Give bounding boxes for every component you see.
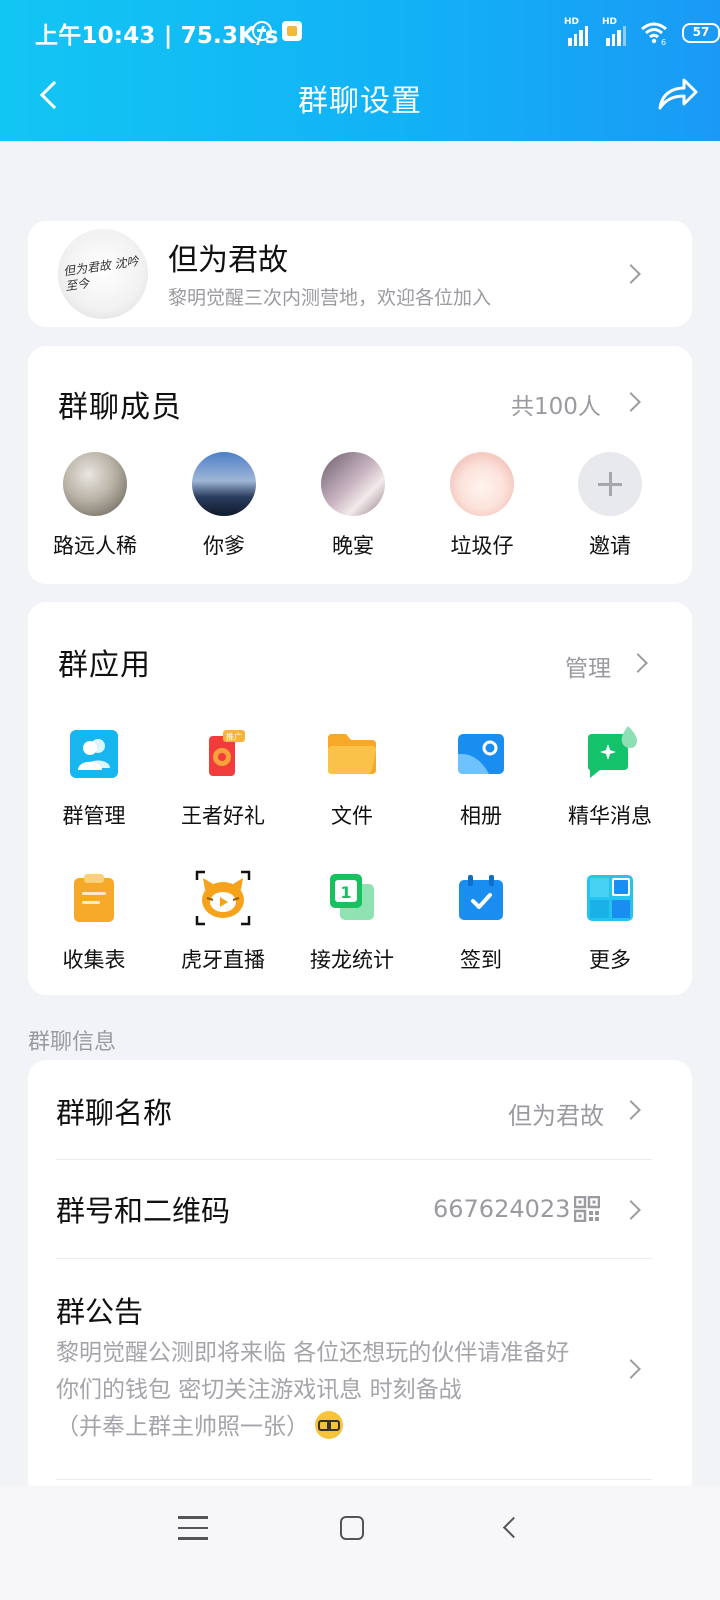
group-notice-row[interactable]: 群公告 黎明觉醒公测即将来临 各位还想玩的伙伴请准备好 你们的钱包 密切关注游戏… — [28, 1259, 692, 1479]
member-name: 你爹 — [203, 534, 245, 558]
member-name: 路远人稀 — [53, 534, 137, 558]
status-time-speed: 上午10:43 | 75.3K/s — [35, 23, 279, 49]
system-navigation-bar — [0, 1486, 720, 1600]
avatar — [321, 452, 385, 516]
app-name: 签到 — [460, 948, 502, 972]
qr-code-icon — [573, 1195, 601, 1223]
app-name: 更多 — [589, 948, 631, 972]
app-huya-live[interactable]: 虎牙直播 — [157, 870, 289, 974]
home-icon[interactable] — [340, 1516, 364, 1540]
notice-line-1: 黎明觉醒公测即将来临 各位还想玩的伙伴请准备好 — [56, 1340, 570, 1366]
member-item[interactable]: 晚宴 — [293, 452, 413, 560]
app-king-gift[interactable]: 推广 王者好礼 — [157, 726, 289, 830]
app-name: 群管理 — [62, 804, 126, 828]
member-name: 晚宴 — [332, 534, 374, 558]
chevron-right-icon — [621, 1100, 641, 1120]
checkin-calendar-icon — [453, 870, 509, 926]
nav-back-icon[interactable] — [502, 1516, 525, 1539]
group-description: 黎明觉醒三次内测营地，欢迎各位加入 — [168, 287, 492, 309]
app-relay-stats[interactable]: 1 接龙统计 — [286, 870, 418, 974]
nerd-face-emoji-icon — [315, 1411, 343, 1439]
group-apps-card: 群应用 管理 群管理 推广 王者好礼 文件 相册 精华消息 收集表 虎牙直播 1… — [28, 602, 692, 995]
group-profile-card[interactable]: 但为君故 黎明觉醒三次内测营地，欢迎各位加入 — [28, 221, 692, 327]
app-name: 接龙统计 — [310, 948, 394, 972]
group-avatar[interactable] — [58, 229, 148, 319]
group-id-label: 群号和二维码 — [56, 1194, 231, 1228]
members-title: 群聊成员 — [58, 390, 182, 425]
members-card: 群聊成员 共100人 路远人稀 你爹 晚宴 垃圾仔 邀请 — [28, 346, 692, 584]
menu-icon[interactable] — [178, 1516, 208, 1542]
group-name-row[interactable]: 群聊名称 但为君故 — [28, 1060, 692, 1160]
header-bar: 上午10:43 | 75.3K/s HD HD 6 57 群聊设置 — [0, 0, 720, 141]
app-album[interactable]: 相册 — [415, 726, 547, 830]
essence-message-icon — [582, 726, 638, 782]
huya-live-icon — [195, 870, 251, 926]
group-id-value: 667624023 — [433, 1195, 571, 1223]
gift-icon: 推广 — [195, 726, 251, 782]
calendar-badge: 1 — [340, 883, 351, 902]
app-more[interactable]: 更多 — [544, 870, 676, 974]
app-notification-icon — [282, 21, 302, 41]
do-not-disturb-icon — [252, 21, 272, 41]
album-icon — [453, 726, 509, 782]
page-title: 群聊设置 — [298, 84, 422, 119]
group-name-value: 但为君故 — [508, 1102, 604, 1130]
divider — [56, 1479, 652, 1480]
app-name: 虎牙直播 — [181, 948, 265, 972]
app-name: 文件 — [331, 804, 373, 828]
avatar — [450, 452, 514, 516]
chevron-right-icon[interactable] — [628, 653, 648, 673]
member-count[interactable]: 共100人 — [511, 387, 601, 421]
apps-manage-link[interactable]: 管理 — [565, 649, 611, 683]
status-icons: HD HD 6 — [564, 14, 668, 52]
notice-line-2: 你们的钱包 密切关注游戏讯息 时刻备战 — [56, 1377, 462, 1403]
chevron-right-icon — [621, 1200, 641, 1220]
plus-icon — [578, 452, 642, 516]
app-name: 收集表 — [62, 948, 126, 972]
app-essence-messages[interactable]: 精华消息 — [544, 726, 676, 830]
chevron-right-icon — [621, 264, 641, 284]
member-item[interactable]: 路远人稀 — [35, 452, 155, 560]
app-check-in[interactable]: 签到 — [415, 870, 547, 974]
app-collection-form[interactable]: 收集表 — [28, 870, 160, 974]
wifi-icon: 6 — [640, 20, 668, 47]
app-group-admin[interactable]: 群管理 — [28, 726, 160, 830]
clipboard-icon — [66, 870, 122, 926]
app-name: 精华消息 — [568, 804, 652, 828]
notice-line-3-text: （并奉上群主帅照一张） — [56, 1414, 309, 1440]
signal-icon-2: HD — [602, 17, 628, 46]
member-item[interactable]: 你爹 — [164, 452, 284, 560]
member-item[interactable]: 垃圾仔 — [422, 452, 542, 560]
invite-member-button[interactable]: 邀请 — [550, 452, 670, 560]
chevron-right-icon — [621, 1359, 641, 1379]
group-info-card: 群聊名称 但为君故 群号和二维码 667624023 群公告 黎明觉醒公测即将来… — [28, 1060, 692, 1520]
group-id-qr-row[interactable]: 群号和二维码 667624023 — [28, 1160, 692, 1259]
folder-icon — [324, 726, 380, 782]
relay-count-icon: 1 — [324, 870, 380, 926]
app-name: 相册 — [460, 804, 502, 828]
avatar — [192, 452, 256, 516]
invite-label: 邀请 — [589, 534, 631, 558]
group-name: 但为君故 — [168, 243, 288, 278]
app-name: 王者好礼 — [181, 804, 265, 828]
ad-badge: 推广 — [226, 732, 242, 742]
group-name-label: 群聊名称 — [56, 1096, 173, 1130]
wifi-label: 6 — [661, 38, 666, 46]
member-name: 垃圾仔 — [450, 534, 514, 558]
avatar — [63, 452, 127, 516]
more-grid-icon — [582, 870, 638, 926]
group-info-section-label: 群聊信息 — [28, 1030, 117, 1055]
group-notice-label: 群公告 — [56, 1295, 144, 1329]
battery-icon: 57 — [682, 23, 720, 43]
group-notice-text: 黎明觉醒公测即将来临 各位还想玩的伙伴请准备好 你们的钱包 密切关注游戏讯息 时… — [56, 1335, 616, 1446]
notice-line-3: （并奉上群主帅照一张） — [56, 1409, 616, 1446]
apps-title: 群应用 — [58, 648, 151, 683]
group-admin-icon — [66, 726, 122, 782]
signal-icon: HD — [564, 17, 590, 46]
app-files[interactable]: 文件 — [286, 726, 418, 830]
status-bar: 上午10:43 | 75.3K/s HD HD 6 57 — [0, 0, 720, 66]
chevron-right-icon[interactable] — [621, 392, 641, 412]
share-icon[interactable] — [652, 72, 702, 120]
